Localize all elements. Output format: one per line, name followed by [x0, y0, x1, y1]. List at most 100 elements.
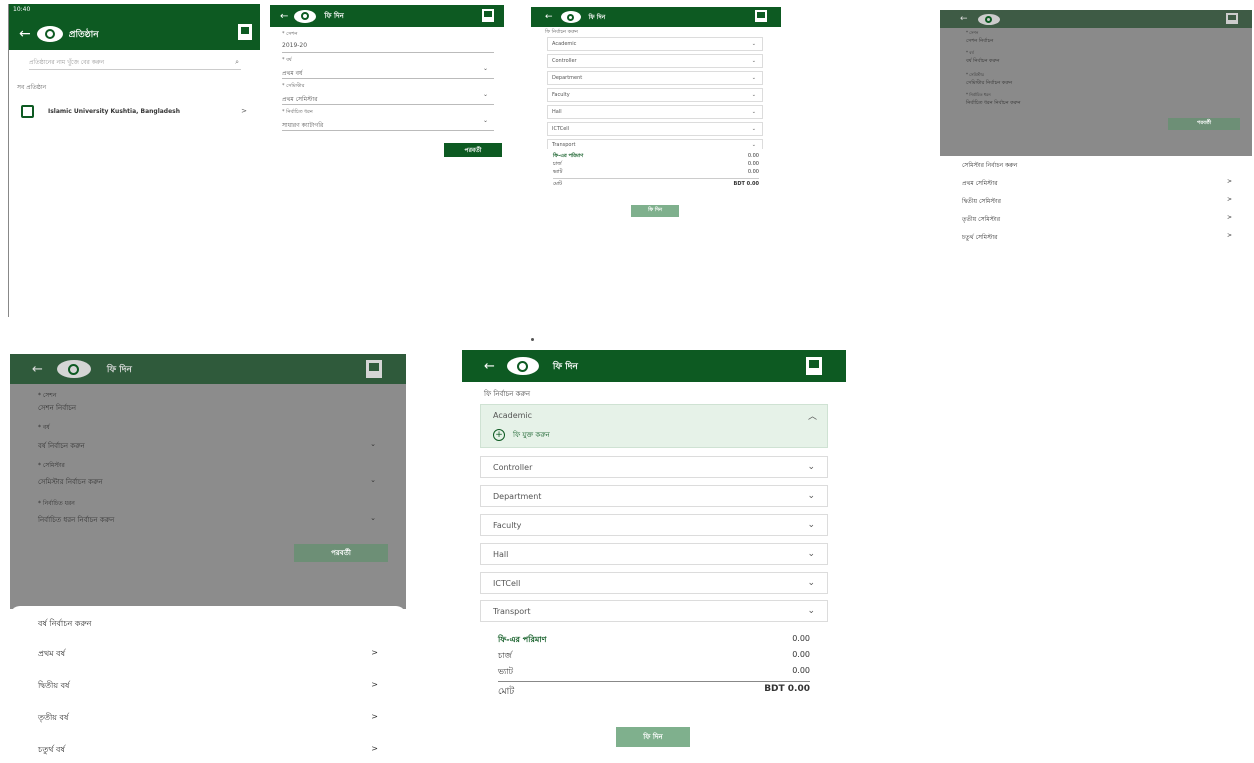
accordion-expanded[interactable]: Academic ︿ + ফি যুক্ত করুন	[480, 404, 828, 448]
accordion-item[interactable]: Faculty ⌄	[547, 88, 763, 102]
bottom-sheet: সেমিস্টার নির্বাচন করুন প্রথম সেমিস্টার >…	[940, 156, 1252, 254]
chevron-right-icon: >	[371, 712, 378, 721]
section-label: সব প্রতিষ্ঠান	[17, 84, 47, 91]
chevron-right-icon: >	[1226, 178, 1232, 185]
accordion-item[interactable]: Department ⌄	[547, 71, 763, 85]
add-fee-label: ফি যুক্ত করুন	[513, 431, 550, 439]
accordion-item[interactable]: Controller ⌄	[480, 456, 828, 478]
accordion-item[interactable]: Faculty ⌄	[480, 514, 828, 536]
back-arrow-icon[interactable]: ←	[545, 12, 553, 22]
accordion-label: Department	[552, 75, 583, 81]
accordion-item[interactable]: Department ⌄	[480, 485, 828, 507]
field-value: সাধারণ ক্যাটাগরি	[282, 122, 324, 129]
summary-charge: চার্জ 0.00	[553, 161, 759, 169]
chevron-up-icon: ︿	[807, 412, 817, 422]
page-title: ফি দিন	[552, 361, 578, 372]
option-row[interactable]: তৃতীয় সেমিস্টার >	[962, 214, 1232, 225]
option-row[interactable]: চতুর্থ সেমিস্টার >	[962, 232, 1232, 243]
next-button[interactable]: পরবর্তী	[444, 143, 502, 157]
accordion-item[interactable]: Controller ⌄	[547, 54, 763, 68]
accordion-item[interactable]: Academic ⌄	[547, 37, 763, 51]
page-title: প্রতিষ্ঠান	[68, 30, 99, 40]
app-bar: ← ফি দিন	[531, 7, 781, 27]
logo	[560, 11, 581, 23]
summary-fee: ফি-এর পরিমাণ 0.00	[498, 634, 810, 647]
summary-label: ভ্যাট	[553, 169, 563, 175]
option-row[interactable]: প্রথম সেমিস্টার >	[962, 178, 1232, 189]
menu-icon[interactable]	[366, 360, 382, 378]
search-icon[interactable]: ⌕	[235, 58, 239, 67]
field-label: * সেশন	[282, 31, 298, 37]
field-value: নির্বাচিত ধরন নির্বাচন করুন	[966, 100, 1021, 106]
search-bar[interactable]: প্রতিষ্ঠানের নাম খুঁজে বের করুন ⌕	[29, 56, 241, 70]
accordion-item[interactable]: Hall ⌄	[480, 543, 828, 565]
summary-value: 0.00	[792, 650, 810, 659]
chevron-down-icon: ⌄	[751, 41, 756, 47]
field-semester[interactable]: * সেমিস্টার প্রথম সেমিস্টার ⌄	[282, 83, 494, 105]
field-year[interactable]: * বর্ষ প্রথম বর্ষ ⌄	[282, 57, 494, 79]
menu-icon[interactable]	[755, 10, 767, 22]
field-session[interactable]: * সেশন 2019-20	[282, 31, 494, 53]
section-subtitle: ফি নির্বাচন করুন	[484, 390, 531, 398]
chevron-down-icon: ⌄	[807, 549, 815, 559]
field-label: * নির্বাচিত ধরন	[282, 109, 313, 115]
field-label: * নির্বাচিত ধরন	[38, 500, 75, 507]
summary-label: চার্জ	[553, 161, 562, 167]
accordion-item[interactable]: Transport ⌄	[547, 139, 763, 149]
next-button[interactable]: পরবর্তী	[294, 544, 388, 562]
menu-icon[interactable]	[238, 24, 252, 40]
screen-semester-sheet: ← * সেশন সেশন নির্বাচন * বর্ষ বর্ষ নির্ব…	[940, 10, 1252, 254]
total-label: মোট	[553, 181, 562, 187]
accordion-item[interactable]: Transport ⌄	[480, 600, 828, 622]
pay-button[interactable]: ফি দিন	[616, 727, 690, 747]
logo	[294, 9, 317, 23]
option-row[interactable]: দ্বিতীয় সেমিস্টার >	[962, 196, 1232, 207]
summary-vat: ভ্যাট 0.00	[553, 169, 759, 177]
total-label: মোট	[498, 687, 515, 697]
accordion-item[interactable]: ICTCell ⌄	[480, 572, 828, 594]
page-title: ফি দিন	[324, 12, 344, 20]
summary-fee: ফি-এর পরিমাণ 0.00	[553, 153, 759, 161]
back-arrow-icon[interactable]: ←	[280, 11, 288, 22]
field-type[interactable]: * নির্বাচিত ধরন সাধারণ ক্যাটাগরি ⌄	[282, 109, 494, 131]
university-name: Islamic University Kushtia, Bangladesh	[48, 107, 180, 115]
list-item-university[interactable]: Islamic University Kushtia, Bangladesh >	[21, 102, 251, 120]
summary-total: মোট BDT 0.00	[498, 684, 810, 699]
summary-label: ফি-এর পরিমাণ	[498, 635, 547, 644]
chevron-down-icon: ⌄	[751, 92, 756, 98]
accordion-label: ICTCell	[493, 578, 521, 588]
option-row[interactable]: দ্বিতীয় বর্ষ >	[38, 680, 378, 693]
chevron-right-icon: >	[371, 648, 378, 657]
summary-vat: ভ্যাট 0.00	[498, 666, 810, 679]
menu-icon[interactable]	[482, 9, 494, 22]
search-input[interactable]: প্রতিষ্ঠানের নাম খুঁজে বের করুন	[29, 57, 104, 68]
chevron-down-icon: ⌄	[482, 117, 488, 124]
accordion-item[interactable]: Hall ⌄	[547, 105, 763, 119]
summary-total: মোট BDT 0.00	[553, 181, 759, 189]
next-button[interactable]: পরবর্তী	[1168, 118, 1240, 130]
field-value: সেমিস্টার নির্বাচন করুন	[38, 478, 103, 486]
option-row[interactable]: চতুর্থ বর্ষ >	[38, 744, 378, 757]
back-arrow-icon[interactable]: ←	[960, 14, 968, 24]
back-arrow-icon[interactable]: ←	[19, 26, 31, 42]
chevron-down-icon: ⌄	[751, 126, 756, 132]
back-arrow-icon[interactable]: ←	[32, 362, 43, 377]
back-arrow-icon[interactable]: ←	[484, 359, 495, 374]
option-row[interactable]: তৃতীয় বর্ষ >	[38, 712, 378, 725]
pay-button[interactable]: ফি দিন	[631, 205, 679, 217]
chevron-down-icon: ⌄	[370, 476, 376, 484]
menu-icon[interactable]	[806, 357, 822, 375]
sheet-title: সেমিস্টার নির্বাচন করুন	[962, 162, 1018, 169]
summary-value: 0.00	[747, 153, 759, 159]
menu-icon[interactable]	[1226, 13, 1238, 24]
sheet-title: বর্ষ নির্বাচন করুন	[38, 619, 92, 628]
plus-circle-icon: +	[493, 429, 505, 441]
accordion-item[interactable]: ICTCell ⌄	[547, 122, 763, 136]
add-fee-button[interactable]: + ফি যুক্ত করুন	[493, 429, 550, 441]
field-value: বর্ষ নির্বাচন করুন	[966, 58, 1000, 64]
logo	[36, 26, 63, 42]
accordion-label: Hall	[552, 109, 562, 115]
option-row[interactable]: প্রথম বর্ষ >	[38, 648, 378, 661]
chevron-down-icon: ⌄	[482, 91, 488, 98]
screen-institute-list: 10:40 ← প্রতিষ্ঠান প্রতিষ্ঠানের নাম খুঁজ…	[8, 4, 260, 317]
